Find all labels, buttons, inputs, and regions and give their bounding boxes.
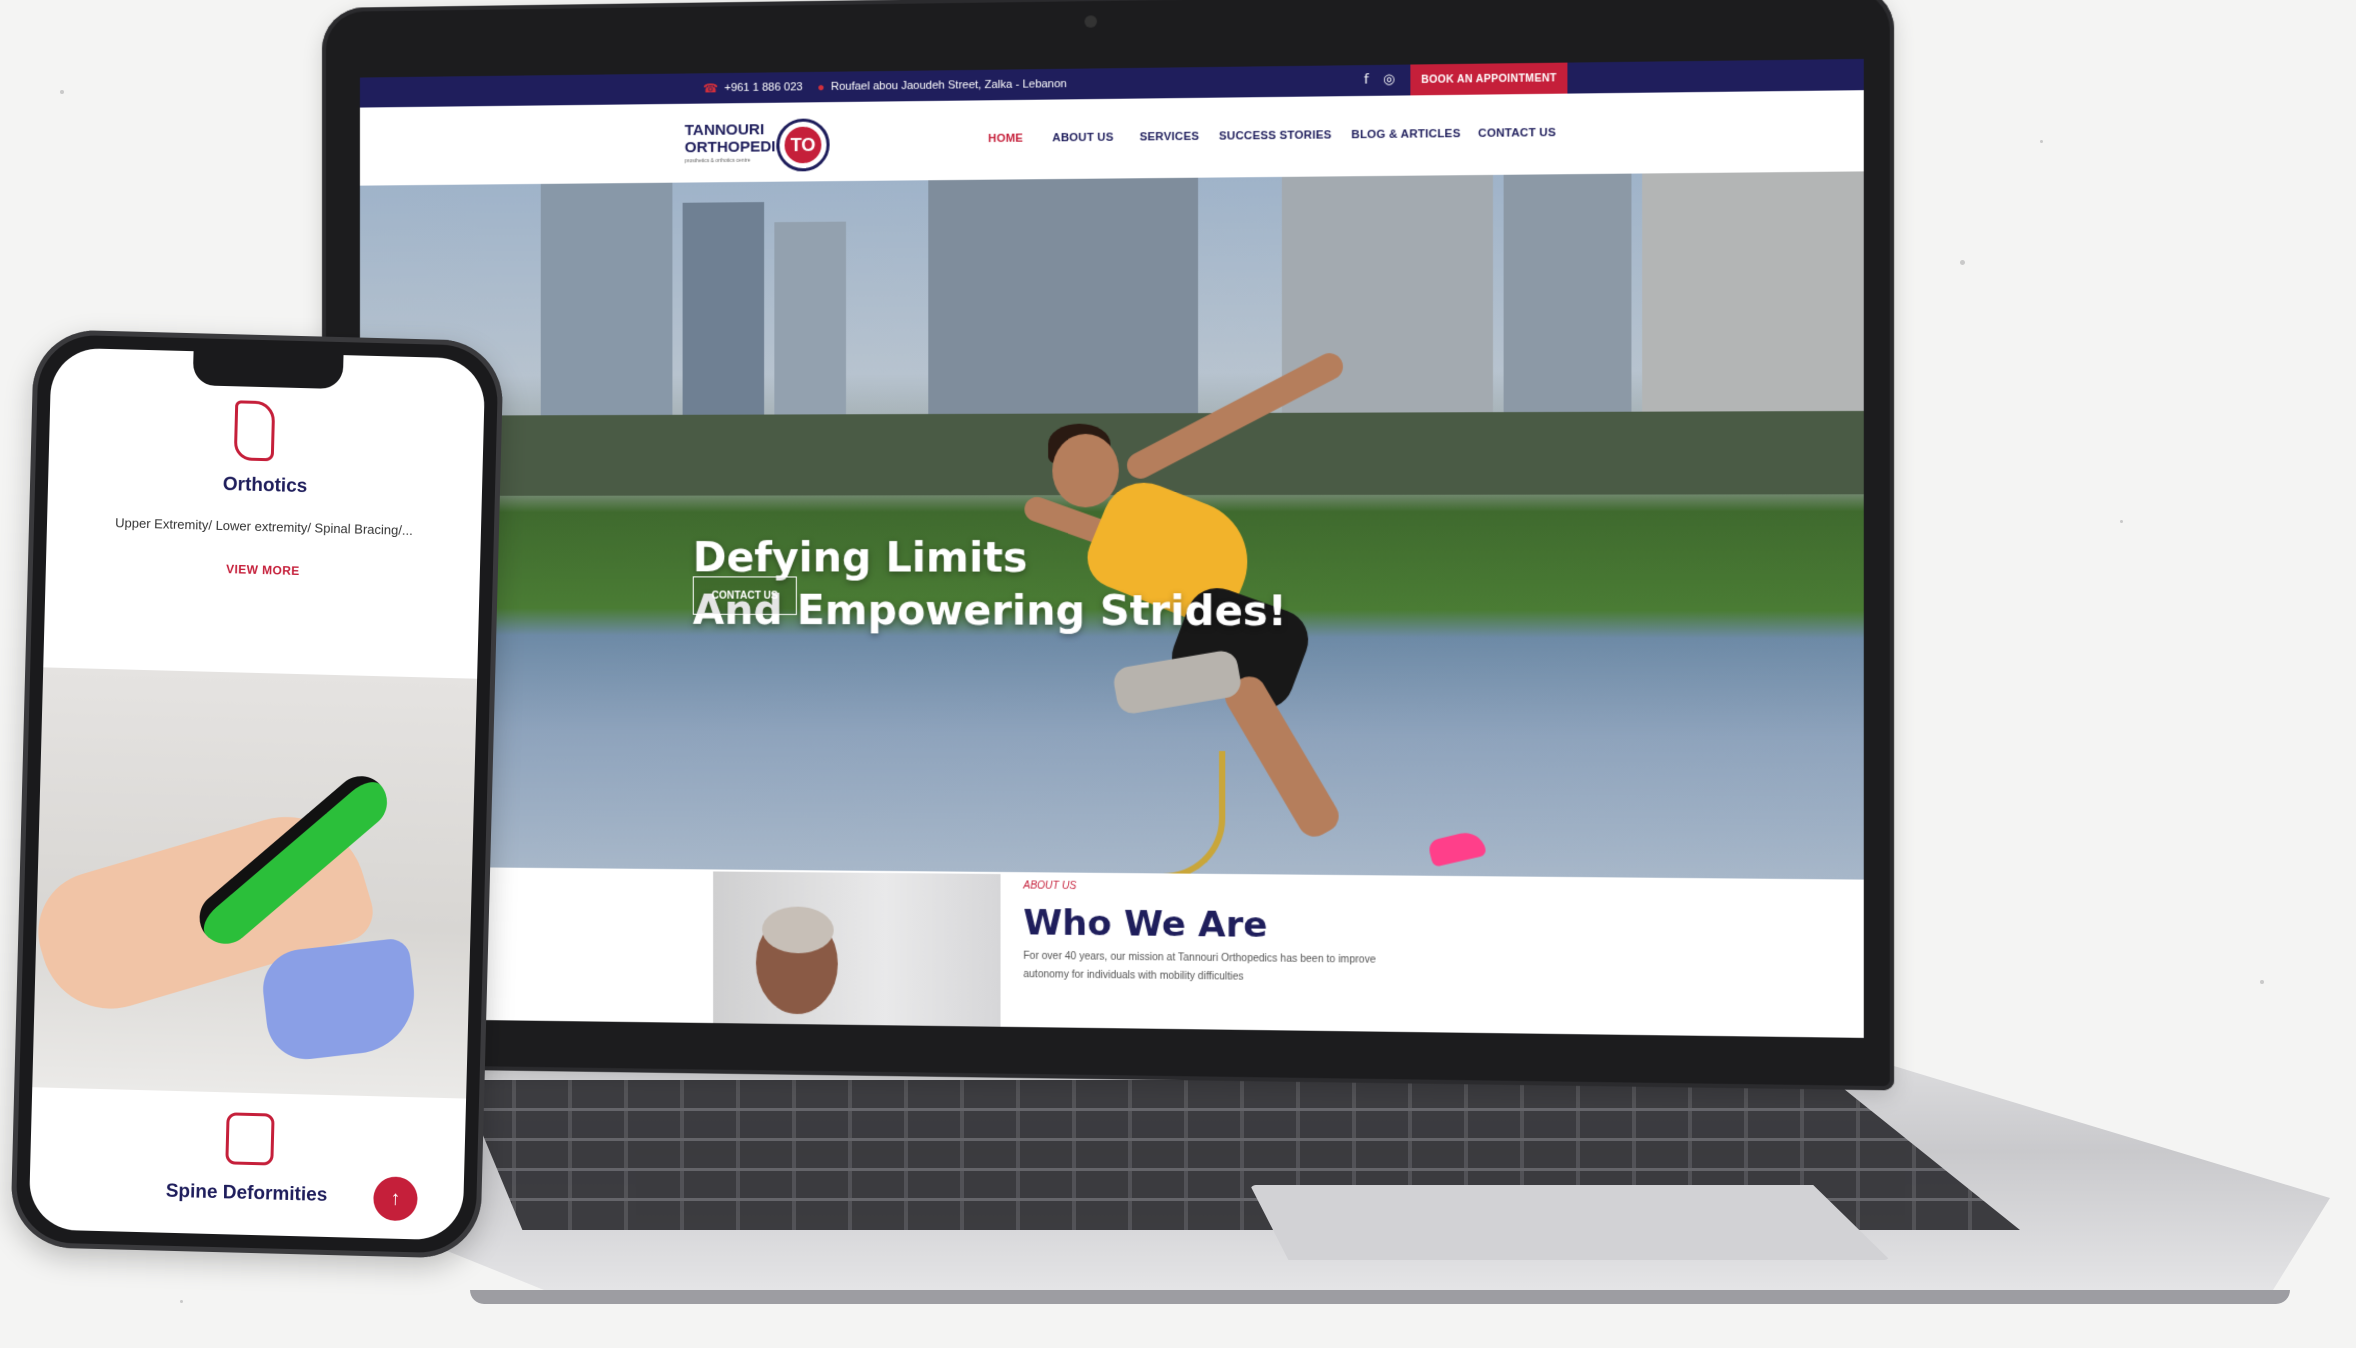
- person-hairline: [762, 906, 834, 953]
- prosthetic-socket: [1111, 649, 1243, 716]
- website-desktop: ☎ +961 1 886 023 ● Roufael abou Jaoudeh …: [360, 59, 1864, 1038]
- phone-number: +961 1 886 023: [724, 81, 802, 94]
- logo-tagline: prosthetics & orthotics centre: [685, 158, 751, 165]
- website-mobile: Orthotics Upper Extremity/ Lower extremi…: [29, 347, 486, 1240]
- book-appointment-button[interactable]: BOOK AN APPOINTMENT: [1410, 63, 1567, 96]
- about-text: For over 40 years, our mission at Tannou…: [1023, 948, 1378, 989]
- facebook-icon[interactable]: f: [1364, 72, 1369, 87]
- instagram-icon[interactable]: ◎: [1383, 72, 1395, 88]
- running-blade: [1135, 751, 1225, 880]
- hero-banner: Defying Limits And Empowering Strides! C…: [360, 171, 1864, 879]
- nav-home[interactable]: HOME: [988, 132, 1023, 145]
- about-title: Who We Are: [1023, 903, 1267, 946]
- laptop-bottom-edge: [470, 1290, 2290, 1304]
- topbar-address[interactable]: ● Roufael abou Jaoudeh Street, Zalka - L…: [817, 77, 1066, 94]
- gloved-hand: [259, 937, 420, 1063]
- nav-contact-us[interactable]: CONTACT US: [1478, 127, 1556, 140]
- laptop-lid: ☎ +961 1 886 023 ● Roufael abou Jaoudeh …: [322, 0, 1894, 1090]
- orthotics-view-more-link[interactable]: VIEW MORE: [46, 557, 480, 582]
- logo-line2: ORTHOPEDIC: [685, 138, 787, 156]
- nav-success-stories[interactable]: SUCCESS STORIES: [1219, 129, 1332, 142]
- logo-mark-letters: TO: [785, 127, 822, 164]
- phone-mockup: Orthotics Upper Extremity/ Lower extremi…: [10, 329, 504, 1259]
- orthotics-title: Orthotics: [48, 469, 482, 502]
- laptop-trackpad: [1250, 1185, 1890, 1260]
- runner-shoe: [1427, 829, 1487, 868]
- orthotics-photo: [32, 667, 477, 1098]
- topbar-phone[interactable]: ☎ +961 1 886 023: [703, 80, 803, 95]
- about-photo: [713, 871, 1000, 1026]
- orthotics-description: Upper Extremity/ Lower extremity/ Spinal…: [47, 513, 481, 539]
- orthotics-icon: [234, 400, 276, 461]
- phone-icon: ☎: [703, 81, 718, 95]
- nav-blog-articles[interactable]: BLOG & ARTICLES: [1351, 128, 1460, 142]
- arrow-up-icon[interactable]: ↑: [373, 1176, 418, 1221]
- nav-services[interactable]: SERVICES: [1140, 131, 1200, 144]
- hero-contact-button[interactable]: CONTACT US: [693, 576, 797, 615]
- phone-notch: [193, 351, 344, 389]
- spine-brace-icon: [225, 1112, 274, 1165]
- runner-head: [1052, 434, 1118, 508]
- nav-about-us[interactable]: ABOUT US: [1052, 132, 1113, 145]
- camera-icon: [1084, 15, 1096, 27]
- about-eyebrow: ABOUT US: [1023, 880, 1076, 892]
- address-text: Roufael abou Jaoudeh Street, Zalka - Leb…: [831, 78, 1067, 93]
- logo-mark[interactable]: TO: [776, 118, 829, 171]
- location-pin-icon: ●: [817, 80, 824, 94]
- logo-wordmark[interactable]: TANNOURI ORTHOPEDIC: [685, 121, 787, 156]
- logo-line1: TANNOURI: [685, 121, 787, 139]
